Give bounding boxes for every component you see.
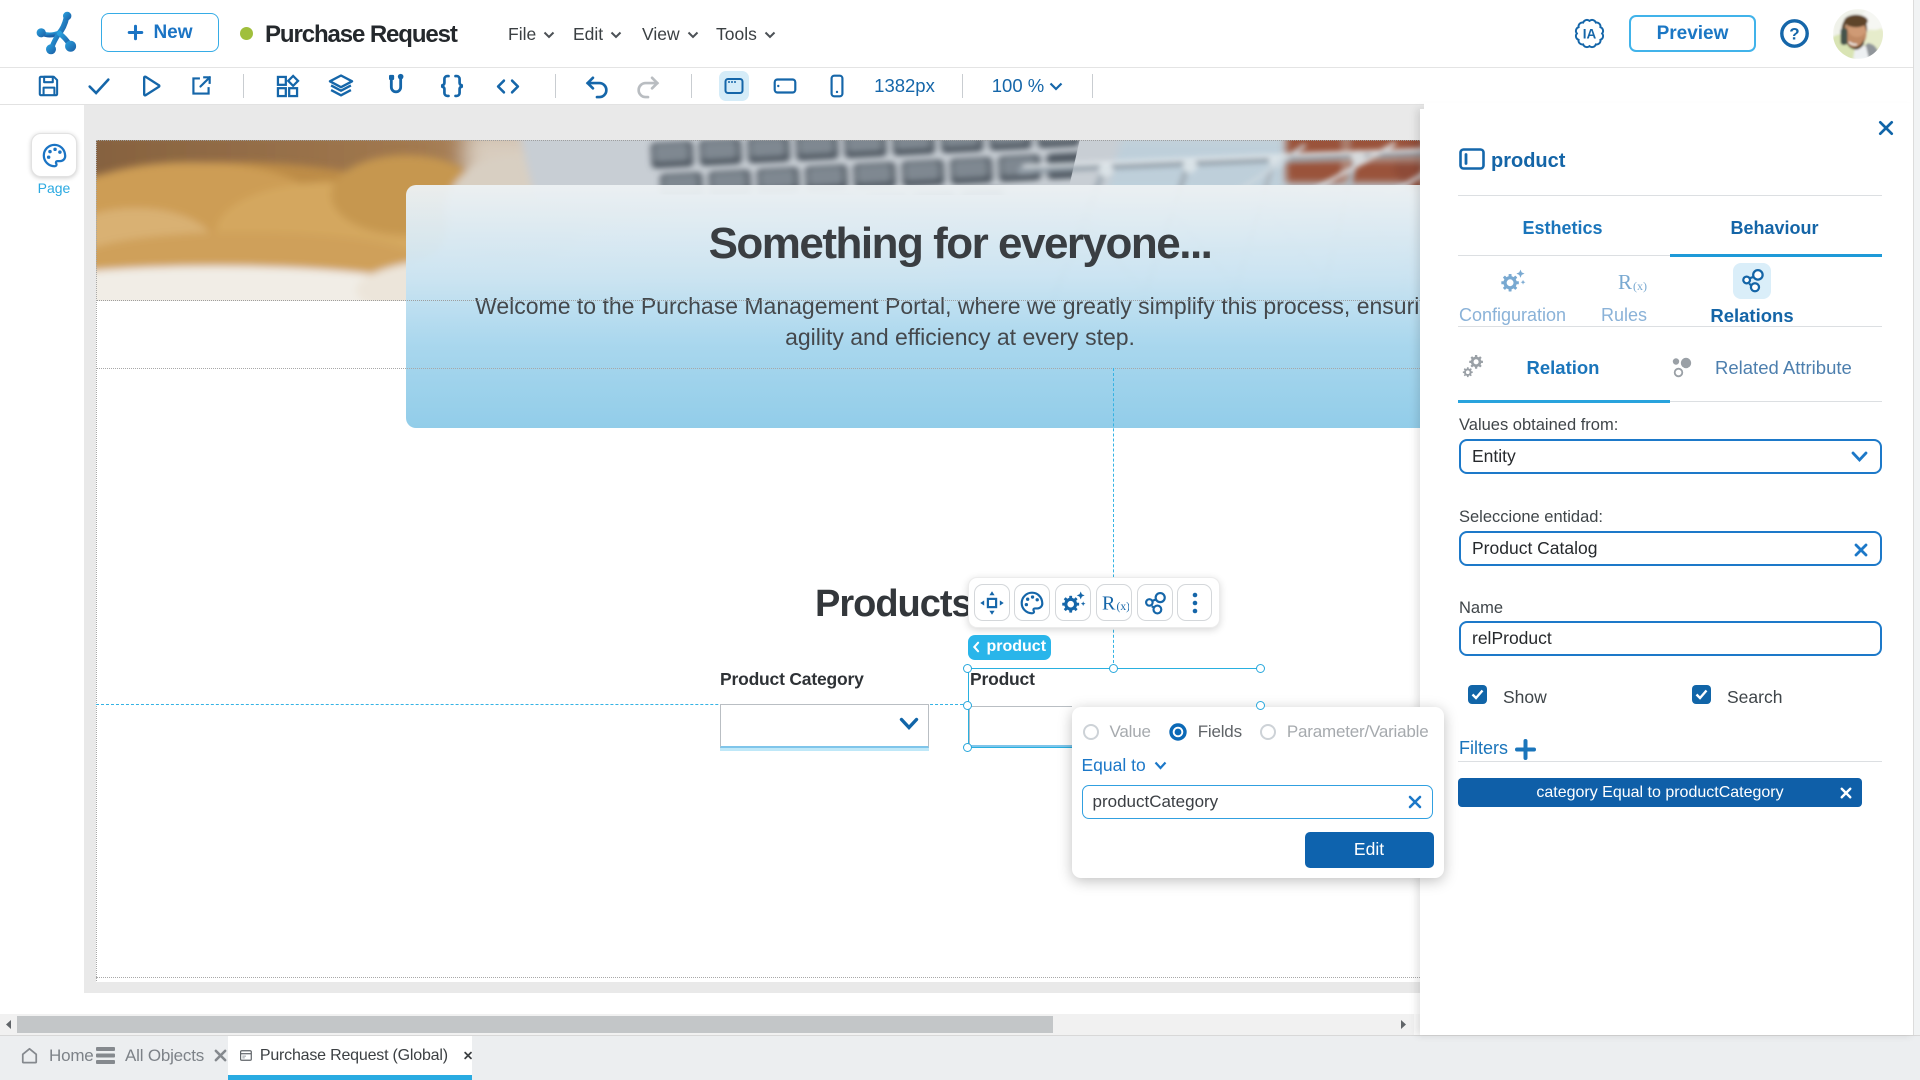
svg-text:IA: IA — [1583, 27, 1597, 42]
svg-text:R: R — [1618, 270, 1632, 294]
svg-text:(x): (x) — [1633, 279, 1647, 293]
svg-text:R: R — [1102, 592, 1116, 614]
svg-text:(x): (x) — [1116, 601, 1129, 613]
svg-text:?: ? — [1789, 25, 1799, 44]
